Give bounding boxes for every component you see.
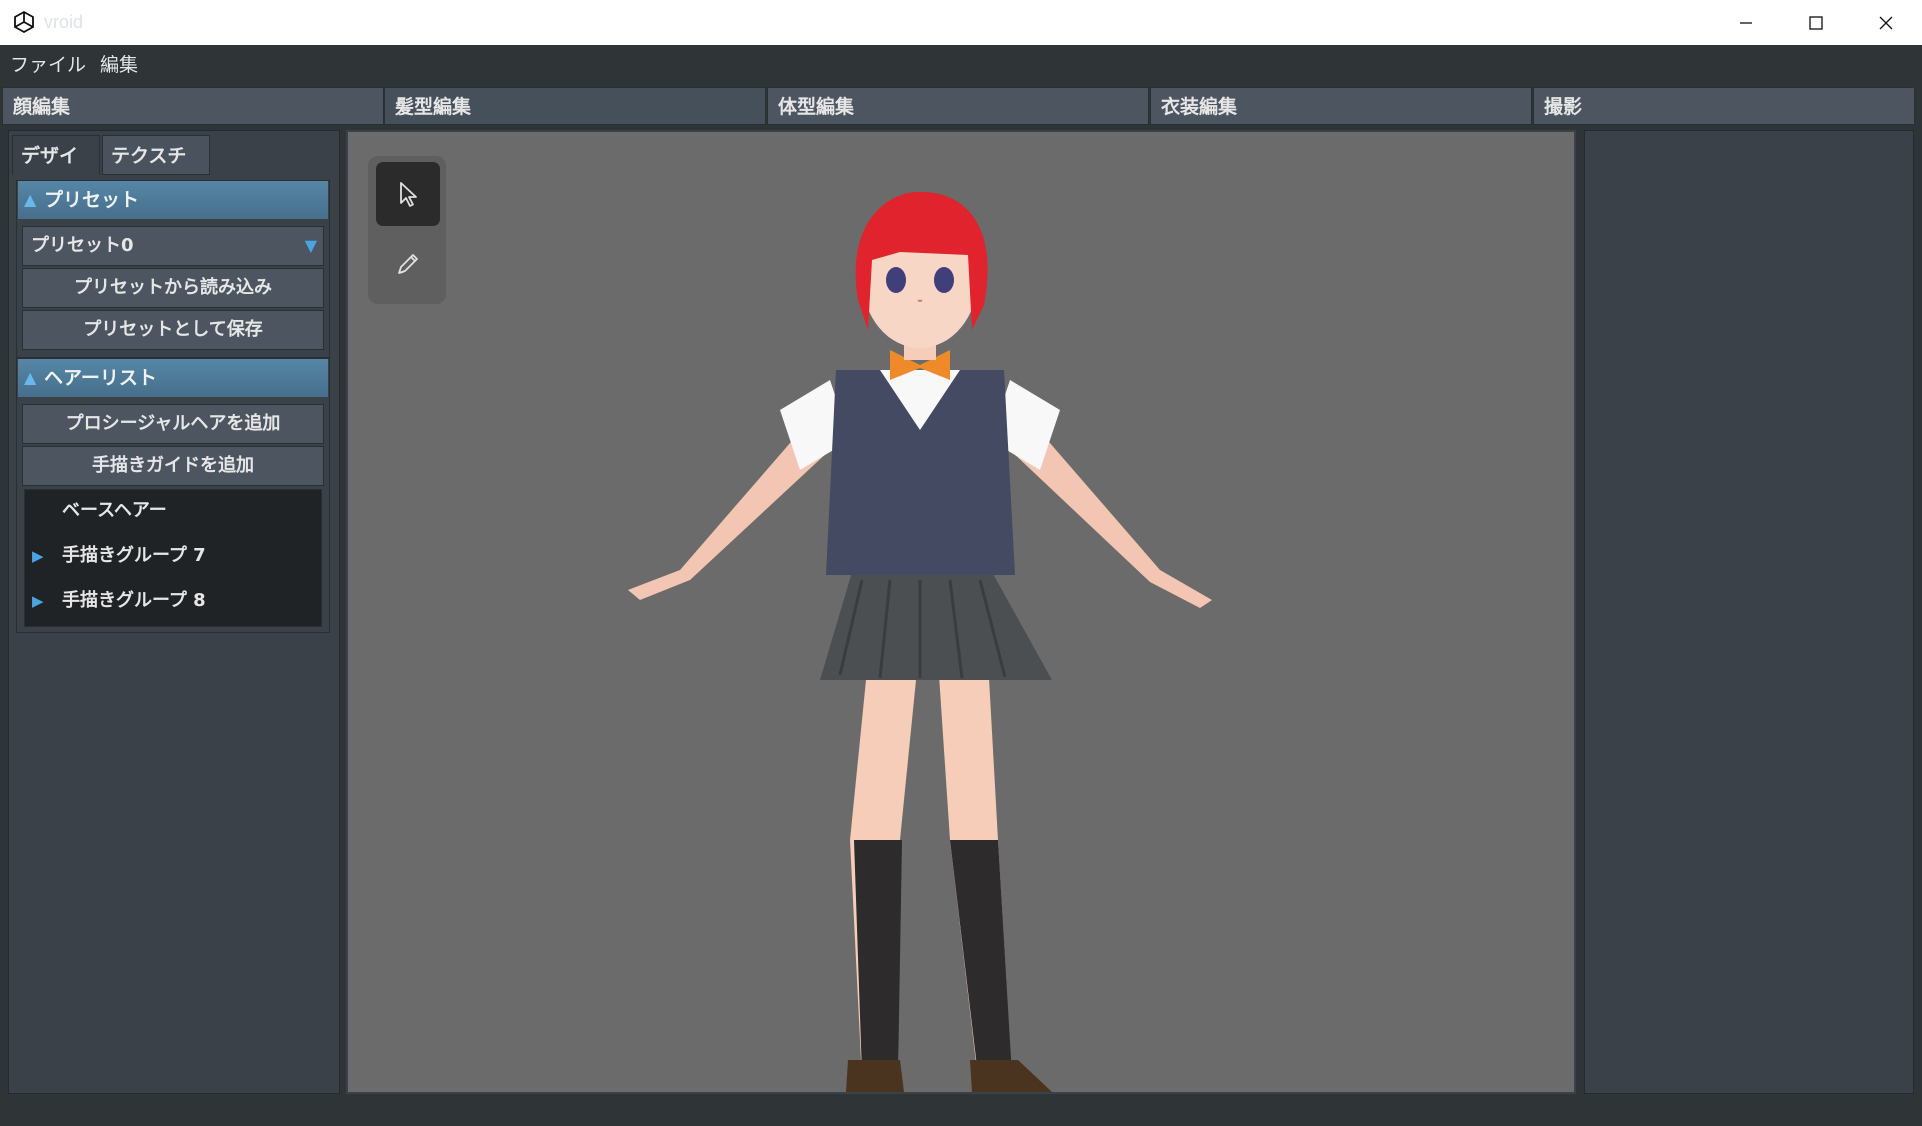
- pencil-icon: [398, 254, 418, 274]
- dropdown-caret-icon: ▼: [304, 236, 317, 255]
- hair-list-item-group-7[interactable]: ▶ 手描きグループ 7: [24, 534, 322, 578]
- pen-tool-button[interactable]: [376, 232, 440, 296]
- maximize-button[interactable]: [1782, 0, 1850, 45]
- tab-costume-edit[interactable]: 衣装編集: [1150, 87, 1532, 125]
- sub-tab-design[interactable]: デザイン: [12, 135, 100, 207]
- load-from-preset-button[interactable]: プリセットから読み込み: [22, 268, 324, 308]
- sub-tab-texture[interactable]: テクスチャ: [102, 135, 210, 207]
- unity-logo-icon: [12, 10, 36, 34]
- minimize-button[interactable]: [1712, 0, 1780, 45]
- hair-list-section-title: ヘアーリスト: [44, 367, 157, 389]
- hair-item-label: 手描きグループ 7: [62, 545, 206, 566]
- add-hand-drawn-guide-button[interactable]: 手描きガイドを追加: [22, 446, 324, 486]
- tab-face-edit[interactable]: 顔編集: [2, 87, 384, 125]
- collapse-triangle-icon: ▲: [24, 368, 37, 387]
- preset-section-title: プリセット: [44, 189, 140, 211]
- preset-section-header[interactable]: ▲ プリセット: [18, 181, 328, 219]
- close-icon: [1879, 16, 1893, 29]
- title-bar: [0, 0, 1922, 45]
- hair-item-label: 手描きグループ 8: [62, 590, 206, 611]
- expand-arrow-icon[interactable]: ▶: [32, 579, 44, 623]
- tab-hair-edit[interactable]: 髪型編集: [384, 87, 766, 125]
- tab-photo[interactable]: 撮影: [1533, 87, 1915, 125]
- right-panel: [1584, 130, 1914, 1094]
- menu-edit[interactable]: 編集: [100, 45, 138, 85]
- preset-dropdown-value: プリセット0: [31, 235, 134, 256]
- expand-arrow-icon[interactable]: ▶: [32, 534, 44, 578]
- window-title: vroid: [44, 12, 84, 32]
- preset-dropdown[interactable]: プリセット0 ▼: [22, 226, 324, 266]
- hair-list-section-header[interactable]: ▲ ヘアーリスト: [18, 359, 328, 397]
- menu-file[interactable]: ファイル: [10, 45, 86, 85]
- menu-bar: [0, 45, 1922, 85]
- hair-item-label: ベースヘアー: [62, 500, 167, 521]
- minimize-icon: [1740, 21, 1752, 24]
- character-model[interactable]: [600, 180, 1240, 1094]
- add-procedural-hair-button[interactable]: プロシージャルヘアを追加: [22, 404, 324, 444]
- hair-list-item-base[interactable]: ベースヘアー: [24, 489, 322, 533]
- tab-body-edit[interactable]: 体型編集: [767, 87, 1149, 125]
- collapse-triangle-icon: ▲: [24, 190, 37, 209]
- select-tool-button[interactable]: [376, 162, 440, 226]
- save-as-preset-button[interactable]: プリセットとして保存: [22, 310, 324, 350]
- status-bar: [0, 1098, 1922, 1126]
- maximize-icon: [1809, 15, 1823, 30]
- cursor-arrow-icon: [400, 182, 417, 207]
- hair-list-item-group-8[interactable]: ▶ 手描きグループ 8: [24, 579, 322, 623]
- close-button[interactable]: [1852, 0, 1920, 45]
